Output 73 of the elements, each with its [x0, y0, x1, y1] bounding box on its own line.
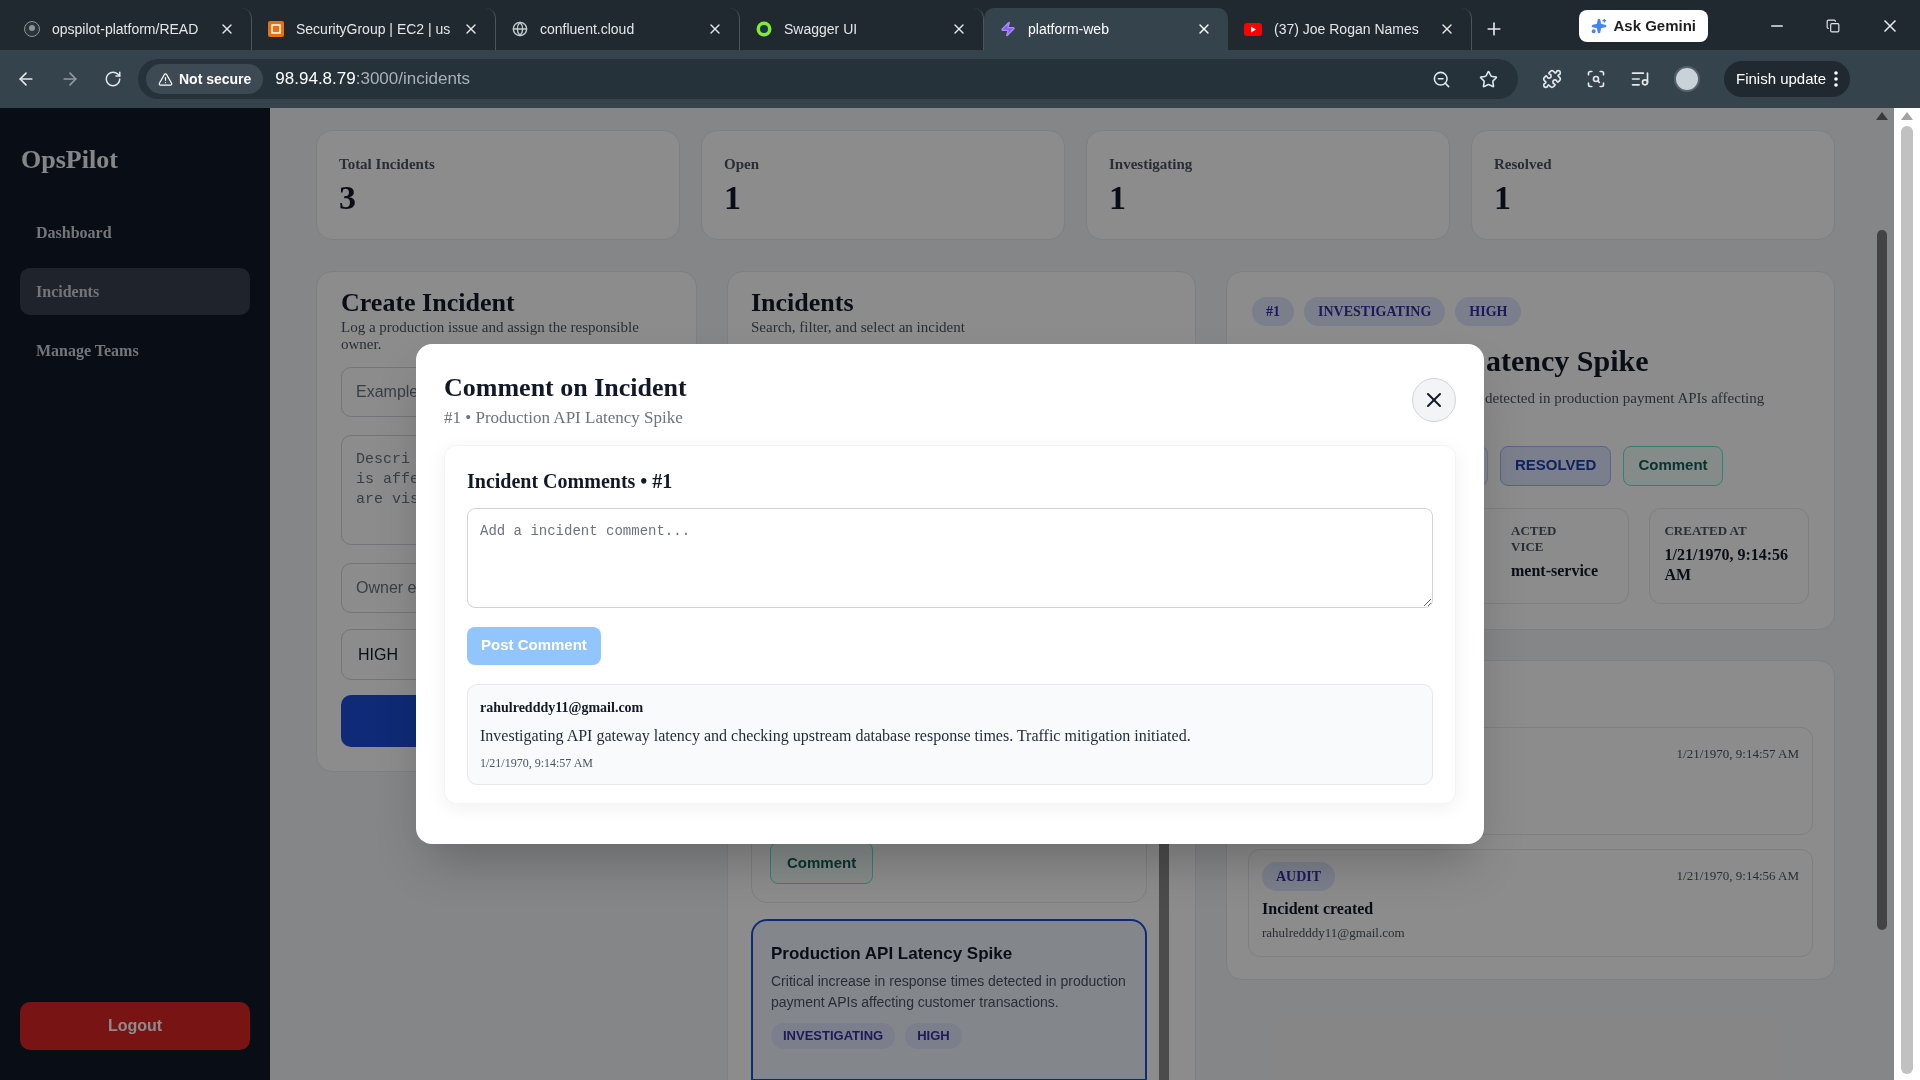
timeline-time: 1/21/1970, 9:14:57 AM [1676, 744, 1799, 763]
timeline-title: Incident created [1262, 898, 1375, 919]
panel-title: Create Incident [341, 288, 516, 318]
status-chip: INVESTIGATING [1304, 297, 1446, 326]
warning-icon [158, 71, 173, 87]
circle-logo-icon [756, 21, 772, 37]
field-label: ACTED VICE [1511, 522, 1558, 555]
restore-icon[interactable] [1826, 19, 1840, 33]
bookmark-star-icon[interactable] [1479, 69, 1498, 89]
extensions-icon[interactable] [1542, 69, 1562, 89]
stat-value: 1 [724, 177, 742, 218]
comment-button[interactable]: Comment [1623, 445, 1723, 486]
stat-label: Total Incidents [339, 155, 436, 174]
scroll-thumb[interactable] [1901, 126, 1913, 1074]
status-chip: HIGH [1455, 297, 1522, 326]
comment-field[interactable]: Add a incident comment... [467, 507, 1433, 608]
section-title: Incident Comments • #1 [467, 468, 674, 494]
status-chip: INVESTIGATING [771, 1022, 896, 1049]
globe-icon [512, 21, 528, 37]
avatar[interactable] [1674, 66, 1700, 92]
dialog-title: Comment on Incident [444, 372, 688, 404]
media-icon[interactable] [1630, 69, 1650, 89]
comment-time: 1/21/1970, 9:14:57 AM [480, 754, 594, 772]
comment-button[interactable]: Comment [770, 842, 874, 884]
comment-text: Investigating API gateway latency and checking upstream database response times. Traffic mitigation initiated. [480, 725, 1192, 747]
panel-title: Incidents [751, 288, 855, 318]
scroll-thumb[interactable] [1877, 230, 1887, 930]
sparkle-icon [1591, 18, 1608, 34]
browser-tab[interactable]: platform-web [984, 8, 1228, 50]
incident-card[interactable]: Production API Latency Spike Critical increase in response times detected in production payment APIs affecting customer transactions. INVESTIGATING HIGH [751, 919, 1147, 1080]
address-bar[interactable]: Not secure 98.94.8.79:3000/incidents [138, 59, 1518, 99]
status-chip: #1 [1252, 297, 1294, 326]
scroll-up-icon[interactable] [1876, 112, 1888, 120]
play-logo-icon [1244, 22, 1262, 36]
field-value: 1/21/1970, 9:14:56 AM [1664, 544, 1790, 585]
stat-label: Investigating [1109, 155, 1194, 174]
panel-description: Log a production issue and assign the responsible owner. [341, 319, 640, 353]
comment-author: rahulredddy11@gmail.com [480, 698, 645, 717]
tab-search-icon[interactable] [1586, 69, 1606, 89]
stat-value: 3 [339, 177, 357, 218]
bolt-icon [1000, 21, 1016, 37]
dialog-subtitle: #1 • Production API Latency Spike [444, 407, 684, 430]
reload-icon[interactable] [104, 70, 122, 88]
nav-item[interactable]: Manage Teams [20, 327, 250, 374]
field-label: CREATED AT [1664, 522, 1748, 539]
status-chip: HIGH [905, 1022, 962, 1049]
url-path: :3000/incidents [355, 68, 471, 91]
stat-label: Open [724, 155, 760, 174]
field-value: ment-service [1511, 560, 1600, 581]
circle-logo-icon [24, 21, 40, 37]
stat-label: Resolved [1494, 155, 1553, 174]
type-chip: AUDIT [1262, 861, 1336, 891]
incident-title: atency Spike [1486, 343, 1649, 379]
url-host: 98.94.8.79 [275, 68, 356, 91]
nav-item[interactable]: Dashboard [20, 209, 250, 256]
incident-title: Production API Latency Spike [771, 943, 1014, 965]
stat-value: 1 [1494, 177, 1512, 218]
timeline-author: rahulredddy11@gmail.com [1262, 923, 1406, 942]
square-logo-icon [268, 21, 284, 37]
security-chip[interactable]: Not secure [146, 64, 264, 94]
update-button[interactable]: Finish update [1724, 61, 1851, 97]
more-icon [1834, 71, 1839, 87]
status-button[interactable]: RESOLVED [1500, 445, 1612, 486]
ask-button[interactable]: Ask Gemini [1579, 10, 1708, 42]
close-button[interactable] [1412, 378, 1456, 422]
stat-value: 1 [1109, 177, 1127, 218]
brand-title: OpsPilot [20, 144, 119, 176]
incident-description: Critical increase in response times detected in production payment APIs affecting customer transactions. [771, 971, 1127, 1012]
timeline-time: 1/21/1970, 9:14:56 AM [1676, 866, 1799, 885]
panel-description: Search, filter, and select an incident [751, 319, 966, 336]
page-scrollbar[interactable] [1870, 108, 1894, 1080]
incident-description: detected in production payment APIs affecting [1485, 389, 1765, 408]
zoom-icon[interactable] [1432, 69, 1451, 89]
